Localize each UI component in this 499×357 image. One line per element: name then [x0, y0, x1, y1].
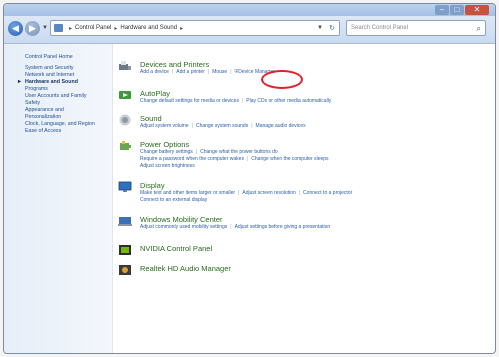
category-display: Display Make text and other items larger…: [118, 181, 352, 204]
mouse-link-highlight-ring: [261, 70, 303, 89]
display-icon: [118, 181, 132, 192]
link-change-system-sounds[interactable]: Change system sounds: [196, 123, 248, 129]
category-sound: Sound Adjust system volume | Change system…: [119, 114, 306, 130]
address-bar[interactable]: ▸ Control Panel ▸ Hardware and Sound ▸ ▼…: [50, 20, 340, 36]
category-power-options: Power Options Change battery settings | Ch…: [120, 140, 329, 170]
printer-icon: [119, 61, 131, 70]
link-change-battery-settings[interactable]: Change battery settings: [140, 149, 193, 155]
link-change-sleep[interactable]: Change when the computer sleeps: [251, 156, 328, 162]
control-panel-icon: [54, 24, 63, 32]
autoplay-icon: [119, 91, 131, 99]
category-title[interactable]: Realtek HD Audio Manager: [140, 264, 231, 273]
link-text-size[interactable]: Make text and other items larger or smal…: [140, 190, 235, 196]
link-manage-audio-devices[interactable]: Manage audio devices: [256, 123, 306, 129]
control-panel-window: – □ ✕ ◀ ▶ ▼ ▸ Control Panel ▸ Hardware a…: [3, 3, 496, 354]
search-placeholder: Search Control Panel: [351, 25, 409, 31]
category-title[interactable]: Power Options: [140, 140, 329, 149]
category-devices-and-printers: Devices and Printers Add a device | Add a …: [119, 60, 275, 76]
link-play-cds[interactable]: Play CDs or other media automatically: [246, 98, 331, 104]
link-external-display[interactable]: Connect to an external display: [140, 197, 207, 203]
realtek-audio-icon: [119, 265, 131, 275]
nvidia-icon: [119, 245, 131, 255]
link-mouse[interactable]: Mouse: [212, 69, 227, 75]
sidebar-item-system-and-security[interactable]: System and Security: [4, 65, 112, 72]
sidebar-item-network-and-internet[interactable]: Network and Internet: [4, 72, 112, 79]
address-dropdown-icon[interactable]: ▼: [317, 25, 323, 31]
link-adjust-system-volume[interactable]: Adjust system volume: [140, 123, 189, 129]
title-bar: – □ ✕: [4, 4, 495, 16]
link-presentation-settings[interactable]: Adjust settings before giving a presenta…: [235, 224, 331, 230]
recent-pages-dropdown-icon[interactable]: ▼: [42, 25, 48, 31]
link-screen-resolution[interactable]: Adjust screen resolution: [242, 190, 295, 196]
sidebar-item-user-accounts-line2[interactable]: Safety: [4, 100, 112, 107]
minimize-button[interactable]: –: [435, 5, 449, 15]
link-change-default-settings[interactable]: Change default settings for media or dev…: [140, 98, 239, 104]
search-input[interactable]: Search Control Panel ⌕: [346, 20, 486, 36]
category-title[interactable]: Devices and Printers: [140, 60, 275, 69]
sidebar-item-hardware-and-sound[interactable]: Hardware and Sound: [4, 79, 112, 86]
navigation-bar: ◀ ▶ ▼ ▸ Control Panel ▸ Hardware and Sou…: [4, 16, 495, 44]
caption-buttons: – □ ✕: [435, 5, 489, 15]
link-require-password[interactable]: Require a password when the computer wak…: [140, 156, 244, 162]
category-title[interactable]: Display: [140, 181, 352, 190]
link-power-buttons[interactable]: Change what the power buttons do: [200, 149, 278, 155]
category-windows-mobility-center: Windows Mobility Center Adjust commonly …: [118, 215, 331, 231]
maximize-button[interactable]: □: [450, 5, 464, 15]
sidebar: Control Panel Home System and Security N…: [4, 44, 113, 353]
search-icon[interactable]: ⌕: [477, 24, 481, 34]
breadcrumb-separator-icon[interactable]: ▸: [114, 25, 117, 32]
power-options-icon: [120, 141, 131, 150]
link-add-device[interactable]: Add a device: [140, 69, 169, 75]
forward-button[interactable]: ▶: [25, 21, 40, 36]
link-connect-projector[interactable]: Connect to a projector: [303, 190, 352, 196]
breadcrumb-separator-icon[interactable]: ▸: [180, 25, 183, 32]
sidebar-item-appearance[interactable]: Appearance and: [4, 107, 112, 114]
main-content: Devices and Printers Add a device | Add a …: [114, 44, 495, 353]
category-autoplay: AutoPlay Change default settings for med…: [119, 89, 331, 105]
close-button[interactable]: ✕: [465, 5, 489, 15]
category-title[interactable]: Windows Mobility Center: [140, 215, 330, 224]
sidebar-item-ease-of-access[interactable]: Ease of Access: [4, 128, 112, 135]
sidebar-item-programs[interactable]: Programs: [4, 86, 112, 93]
link-mobility-settings[interactable]: Adjust commonly used mobility settings: [140, 224, 227, 230]
category-title[interactable]: Sound: [140, 114, 306, 123]
sidebar-item-clock-language-region[interactable]: Clock, Language, and Region: [4, 121, 112, 128]
speaker-icon: [119, 114, 131, 126]
category-realtek-hd-audio: Realtek HD Audio Manager: [119, 264, 231, 275]
category-nvidia-control-panel: NVIDIA Control Panel: [119, 244, 212, 255]
category-title[interactable]: NVIDIA Control Panel: [140, 244, 212, 253]
breadcrumb-hardware-and-sound[interactable]: Hardware and Sound: [120, 25, 177, 31]
link-adjust-brightness[interactable]: Adjust screen brightness: [140, 163, 195, 169]
back-button[interactable]: ◀: [8, 21, 23, 36]
category-title[interactable]: AutoPlay: [140, 89, 331, 98]
mobility-center-icon: [118, 217, 132, 226]
sidebar-item-user-accounts[interactable]: User Accounts and Family: [4, 93, 112, 100]
breadcrumb-separator-icon[interactable]: ▸: [69, 25, 72, 32]
refresh-icon[interactable]: ↻: [329, 24, 335, 32]
sidebar-item-control-panel-home[interactable]: Control Panel Home: [4, 54, 112, 61]
link-add-printer[interactable]: Add a printer: [176, 69, 205, 75]
sidebar-item-appearance-line2[interactable]: Personalization: [4, 114, 112, 121]
breadcrumb-control-panel[interactable]: Control Panel: [75, 25, 111, 31]
